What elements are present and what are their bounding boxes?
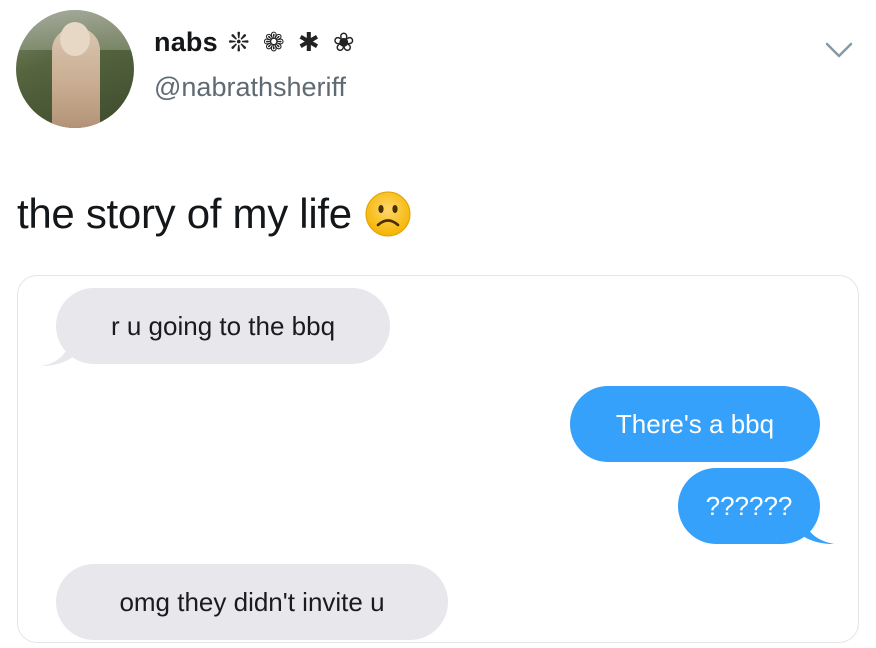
message-text: omg they didn't invite u [119, 587, 385, 617]
chevron-down-icon[interactable] [824, 40, 854, 60]
name-decorations: ❊ ❁ ✱ ❀ [227, 27, 358, 57]
tweet-header: nabs ❊ ❁ ✱ ❀ @nabrathsheriff [0, 0, 876, 140]
bubble-tail [42, 334, 74, 366]
tweet-text: the story of my life [17, 190, 412, 238]
bubble-tail [800, 512, 834, 544]
display-name[interactable]: nabs [154, 27, 218, 58]
imessage-screenshot-card: r u going to the bbq There's a bbq ?????… [17, 275, 859, 643]
avatar[interactable] [16, 10, 134, 128]
frowning-face-icon [365, 191, 411, 237]
message-bubble-incoming: r u going to the bbq [56, 288, 390, 364]
tweet-body: the story of my life [17, 190, 352, 237]
message-bubble-incoming: omg they didn't invite u [56, 564, 448, 640]
message-text: ?????? [705, 491, 793, 521]
message-bubble-outgoing: There's a bbq [570, 386, 820, 462]
message-text: There's a bbq [615, 409, 775, 439]
user-handle[interactable]: @nabrathsheriff [154, 72, 346, 103]
message-bubble-outgoing: ?????? [678, 468, 820, 544]
display-name-row[interactable]: nabs ❊ ❁ ✱ ❀ [154, 27, 358, 58]
message-text: r u going to the bbq [110, 311, 336, 341]
